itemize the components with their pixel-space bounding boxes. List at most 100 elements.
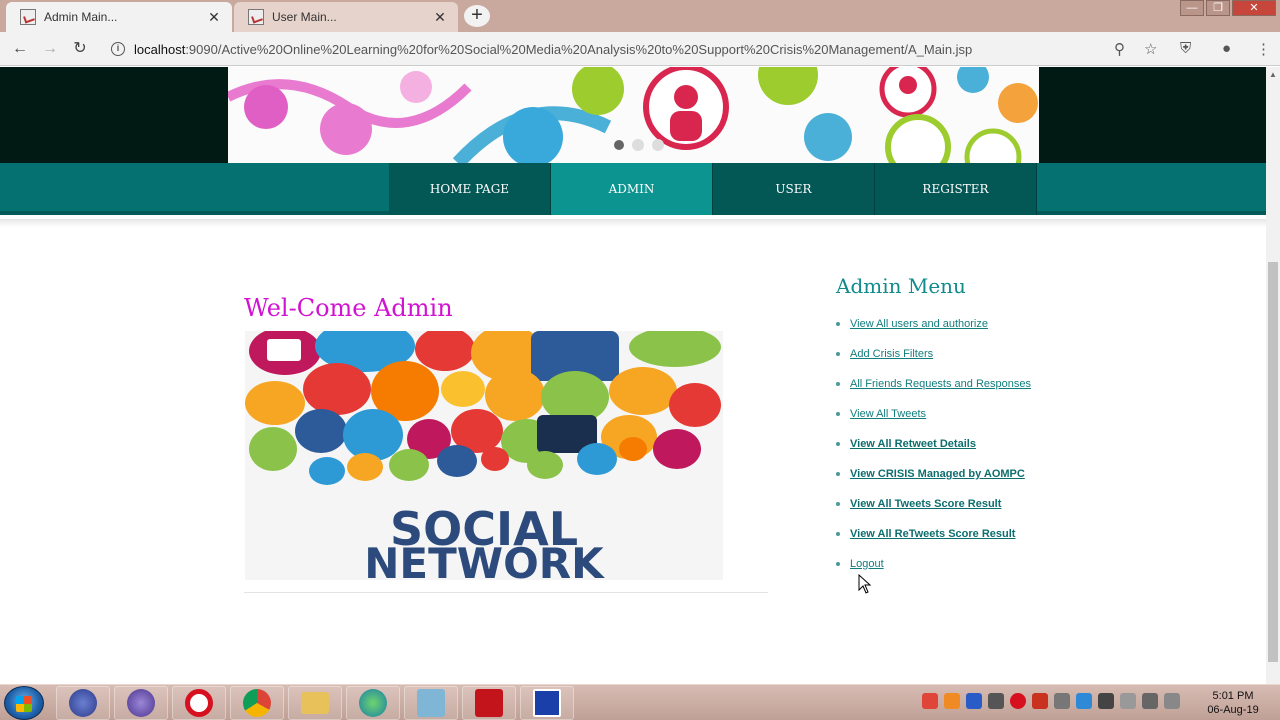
star-icon[interactable]: ☆ xyxy=(1144,40,1157,58)
bullet-icon xyxy=(836,352,840,356)
friends-requests-link[interactable]: All Friends Requests and Responses xyxy=(850,378,1031,390)
view-all-users-link[interactable]: View All users and authorize xyxy=(850,318,988,330)
header-shadow xyxy=(0,219,1266,227)
menu-item: All Friends Requests and Responses xyxy=(836,372,1031,402)
menu-item: View CRISIS Managed by AOMPC xyxy=(836,462,1031,492)
taskbar-opera[interactable] xyxy=(172,686,226,720)
chrome-icon xyxy=(243,689,271,717)
url-path: :9090/Active%20Online%20Learning%20for%2… xyxy=(185,41,973,57)
menu-icon[interactable]: ⋮ xyxy=(1256,40,1271,58)
eclipse-icon xyxy=(127,689,155,717)
taskbar-notepad[interactable] xyxy=(404,686,458,720)
tab-title: Admin Main... xyxy=(44,10,118,24)
tray-icon[interactable] xyxy=(944,693,960,709)
scrollbar-thumb[interactable] xyxy=(1268,262,1278,662)
volume-icon[interactable] xyxy=(1142,693,1158,709)
nav-admin[interactable]: ADMIN xyxy=(551,163,713,215)
folder-icon xyxy=(301,692,329,714)
page-favicon-icon xyxy=(248,9,264,25)
back-icon[interactable]: ← xyxy=(9,38,31,60)
extension-icon[interactable]: ⛨ xyxy=(1180,40,1191,57)
page-viewport: HOME PAGE ADMIN USER REGISTER Wel-Come A… xyxy=(0,67,1266,684)
view-crisis-managed-link[interactable]: View CRISIS Managed by AOMPC xyxy=(850,468,1025,480)
menu-item: View All Retweet Details xyxy=(836,432,1031,462)
menu-item: View All Tweets Score Result xyxy=(836,492,1031,522)
tray-icon[interactable] xyxy=(1054,693,1070,709)
forward-icon[interactable]: → xyxy=(39,38,61,60)
image-text-network: NETWORK xyxy=(364,539,605,580)
opera-icon xyxy=(185,689,213,717)
welcome-heading: Wel-Come Admin xyxy=(244,294,453,322)
globe-icon xyxy=(359,689,387,717)
bullet-icon xyxy=(836,412,840,416)
window-close-button[interactable]: ✕ xyxy=(1232,0,1276,16)
tab-user-main[interactable]: User Main... ✕ xyxy=(234,2,458,32)
taskbar-explorer[interactable] xyxy=(288,686,342,720)
tray-icon[interactable] xyxy=(988,693,1004,709)
tab-title: User Main... xyxy=(272,10,337,24)
system-tray xyxy=(922,693,1180,709)
browser-titlebar: Admin Main... ✕ User Main... ✕ + — ❐ ✕ xyxy=(0,0,1280,32)
tab-admin-main[interactable]: Admin Main... ✕ xyxy=(6,2,232,32)
taskbar-eclipse[interactable] xyxy=(56,686,110,720)
view-retweet-details-link[interactable]: View All Retweet Details xyxy=(850,438,976,450)
tray-icon[interactable] xyxy=(1010,693,1026,709)
nav-register[interactable]: REGISTER xyxy=(875,163,1037,215)
clock-date: 06-Aug-19 xyxy=(1207,704,1259,716)
browser-toolbar: ← → ↻ i localhost:9090/Active%20Online%2… xyxy=(0,32,1280,66)
network-icon[interactable] xyxy=(1164,693,1180,709)
windows-taskbar: 5:01 PM 06-Aug-19 xyxy=(0,684,1280,720)
header-banner-image xyxy=(228,67,1039,163)
menu-item: View All Tweets xyxy=(836,402,1031,432)
add-crisis-filters-link[interactable]: Add Crisis Filters xyxy=(850,348,933,360)
close-icon[interactable]: ✕ xyxy=(432,9,448,26)
taskbar-network[interactable] xyxy=(346,686,400,720)
taskbar-chrome[interactable] xyxy=(230,686,284,720)
admin-menu-title: Admin Menu xyxy=(836,274,966,298)
taskbar-eclipse-2[interactable] xyxy=(114,686,168,720)
info-icon[interactable]: i xyxy=(111,42,125,56)
nav-home-page[interactable]: HOME PAGE xyxy=(389,163,551,215)
menu-item: View All ReTweets Score Result xyxy=(836,522,1031,552)
bullet-icon xyxy=(836,322,840,326)
bullet-icon xyxy=(836,472,840,476)
page-scrollbar[interactable]: ▲ xyxy=(1266,67,1280,684)
zoom-icon[interactable]: ⚲ xyxy=(1114,40,1125,58)
view-all-tweets-link[interactable]: View All Tweets xyxy=(850,408,926,420)
address-bar[interactable]: i localhost:9090/Active%20Online%20Learn… xyxy=(102,36,1172,62)
tray-icon[interactable] xyxy=(966,693,982,709)
profile-icon[interactable]: ● xyxy=(1222,40,1231,57)
taskbar-acrobat[interactable] xyxy=(462,686,516,720)
nav-user[interactable]: USER xyxy=(713,163,875,215)
bullet-icon xyxy=(836,562,840,566)
tray-icon[interactable] xyxy=(1120,693,1136,709)
windows-logo-icon xyxy=(16,696,32,712)
view-tweets-score-link[interactable]: View All Tweets Score Result xyxy=(850,498,1001,510)
maximize-button[interactable]: ❐ xyxy=(1206,0,1230,16)
logout-link[interactable]: Logout xyxy=(850,558,884,570)
start-button[interactable] xyxy=(4,686,44,720)
minimize-button[interactable]: — xyxy=(1180,0,1204,16)
system-clock[interactable]: 5:01 PM 06-Aug-19 xyxy=(1196,689,1270,717)
social-network-image: SOCIAL NETWORK xyxy=(245,331,723,580)
bullet-icon xyxy=(836,382,840,386)
main-navbar: HOME PAGE ADMIN USER REGISTER xyxy=(0,163,1266,215)
new-tab-icon[interactable]: + xyxy=(464,5,490,27)
close-icon[interactable]: ✕ xyxy=(206,9,222,26)
scroll-up-icon[interactable]: ▲ xyxy=(1269,70,1277,79)
window-controls: — ❐ ✕ xyxy=(1178,0,1276,16)
tray-icon[interactable] xyxy=(1032,693,1048,709)
menu-item: View All users and authorize xyxy=(836,312,1031,342)
taskbar-app[interactable] xyxy=(520,686,574,720)
tray-icon[interactable] xyxy=(922,693,938,709)
tray-icon[interactable] xyxy=(1076,693,1092,709)
eclipse-icon xyxy=(69,689,97,717)
page-favicon-icon xyxy=(20,9,36,25)
admin-menu-list: View All users and authorize Add Crisis … xyxy=(836,312,1031,582)
clock-time: 5:01 PM xyxy=(1212,690,1254,702)
tray-icon[interactable] xyxy=(1098,693,1114,709)
notepad-icon xyxy=(417,689,445,717)
view-retweets-score-link[interactable]: View All ReTweets Score Result xyxy=(850,528,1015,540)
reload-icon[interactable]: ↻ xyxy=(69,38,91,60)
bullet-icon xyxy=(836,532,840,536)
